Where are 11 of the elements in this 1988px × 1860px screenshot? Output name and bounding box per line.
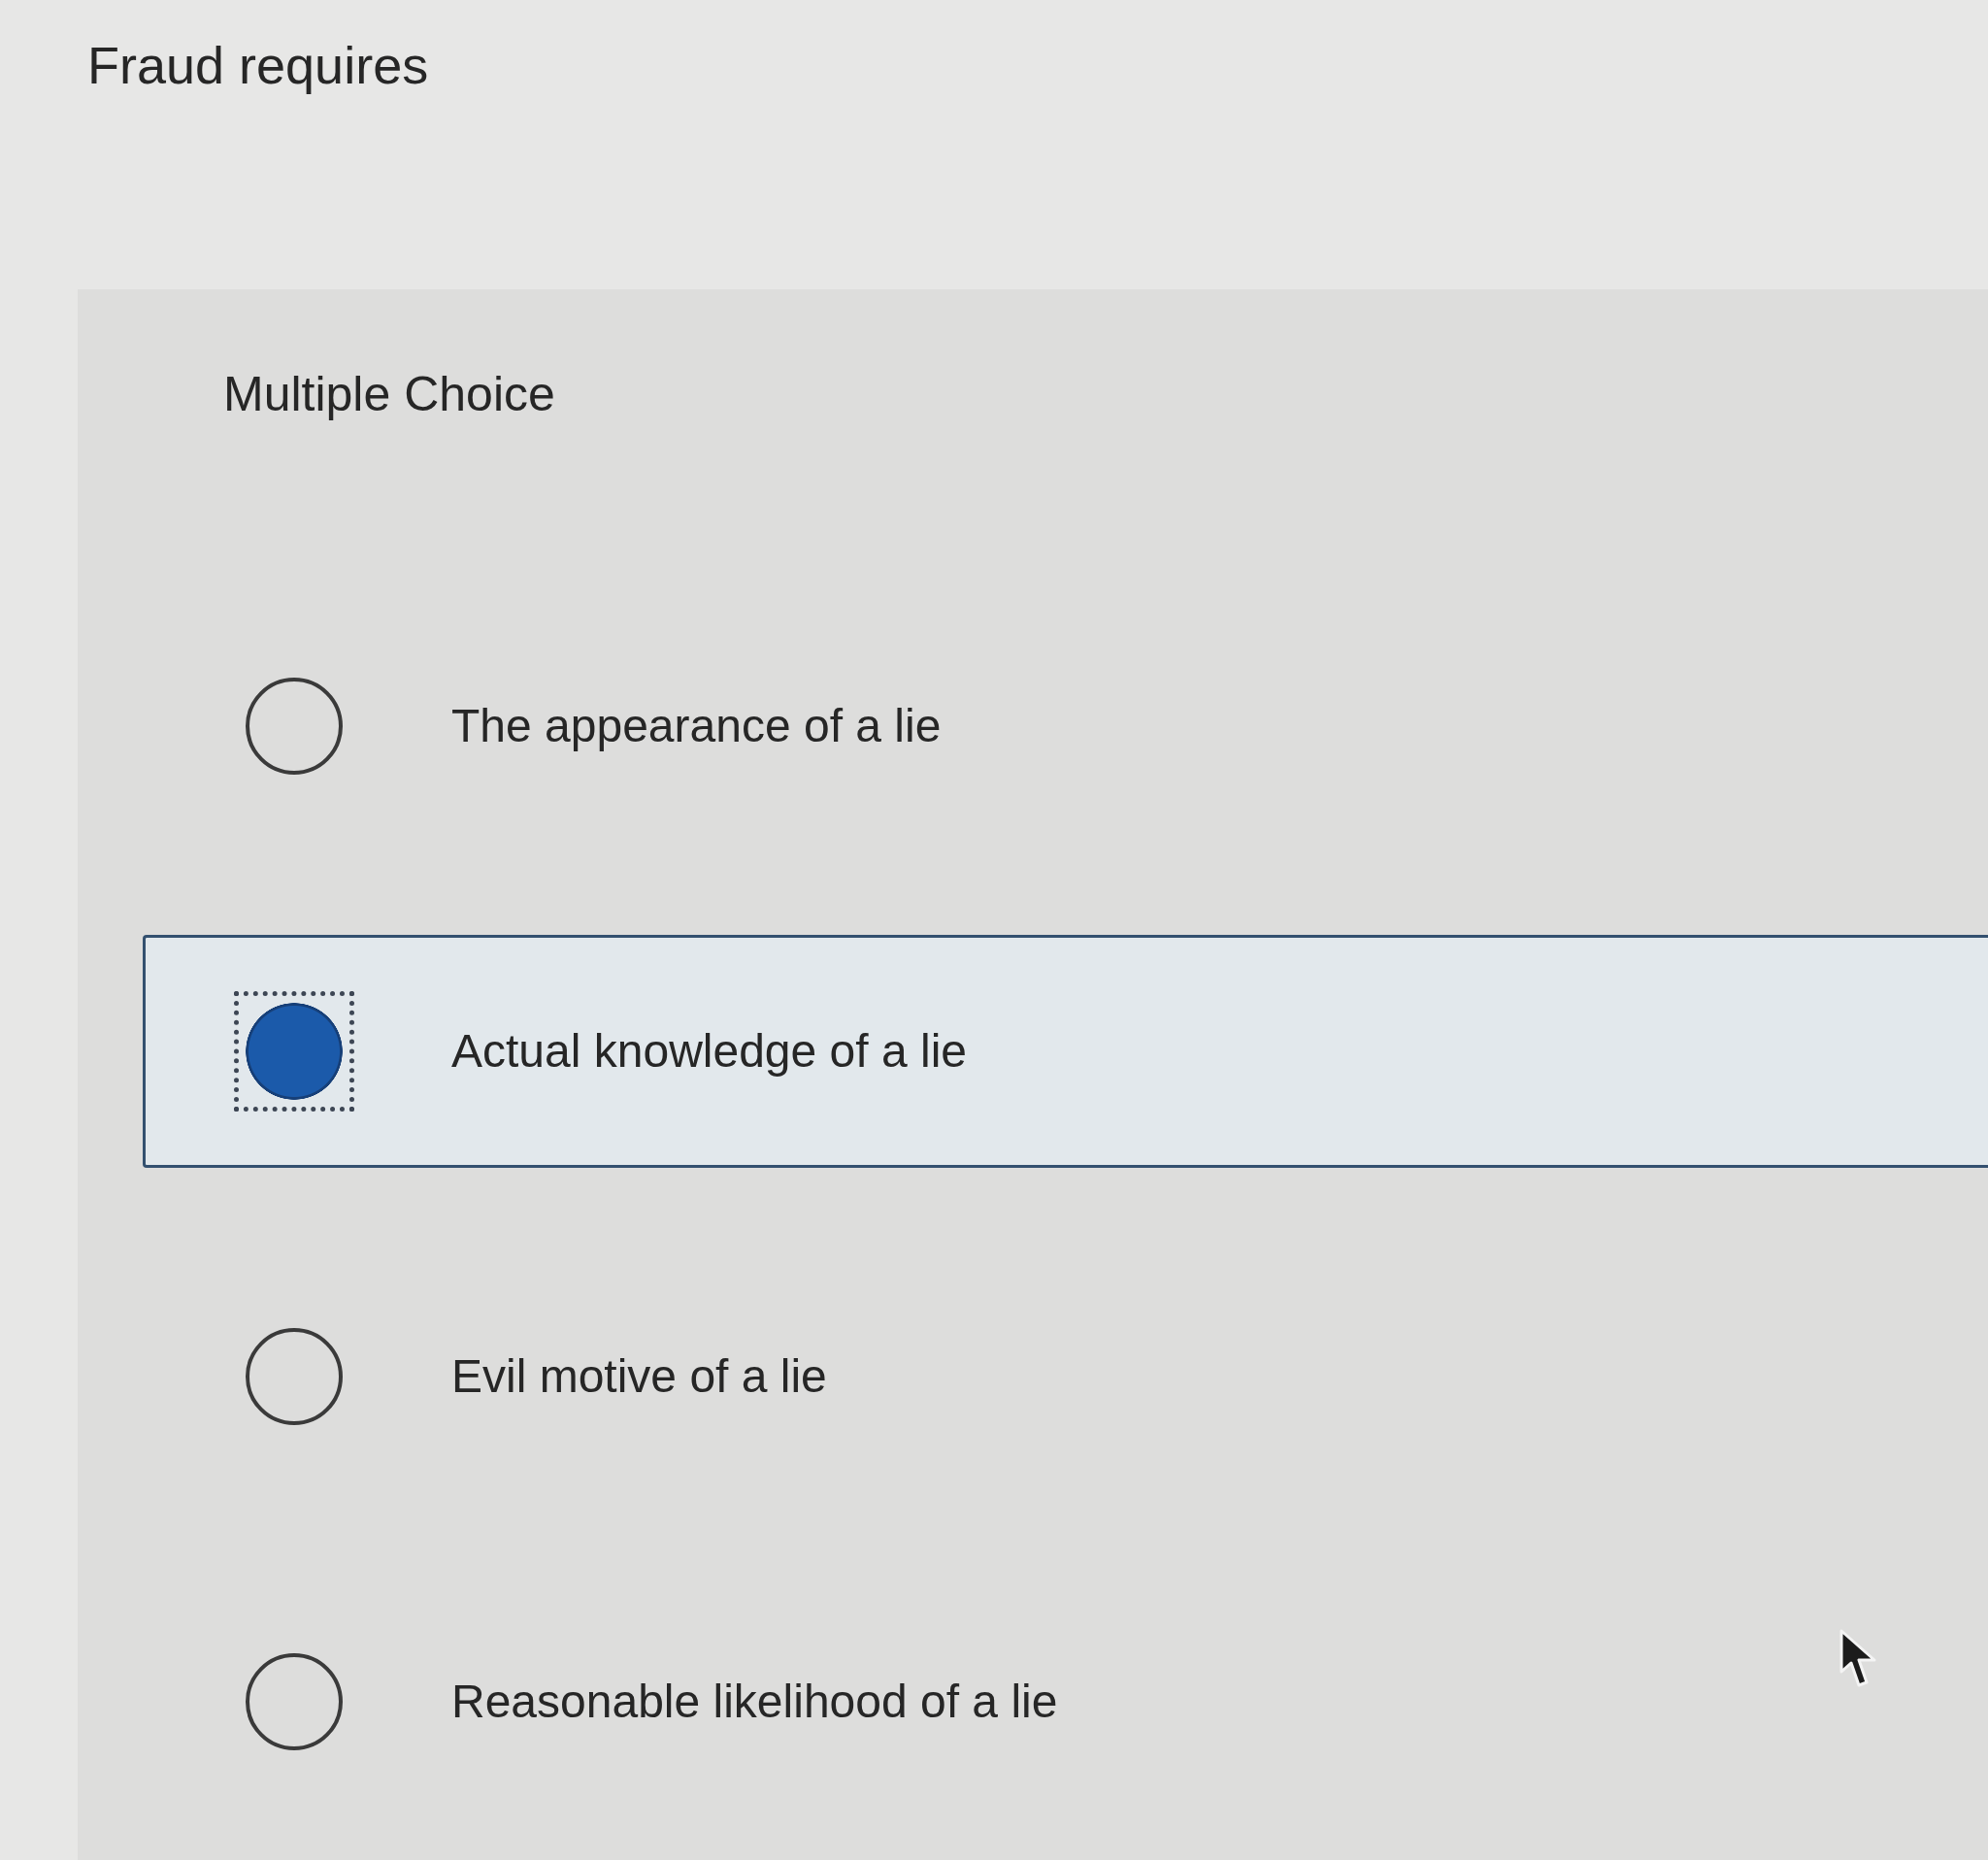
selected-answer-option[interactable]: Actual knowledge of a lie [143, 935, 1988, 1168]
question-type-label: Multiple Choice [223, 366, 555, 423]
answer-label[interactable]: Evil motive of a lie [451, 1347, 827, 1406]
answer-label[interactable]: Actual knowledge of a lie [451, 1022, 967, 1080]
question-text: Fraud requires [87, 35, 429, 96]
radio-button[interactable] [246, 1328, 343, 1425]
answer-label[interactable]: Reasonable likelihood of a lie [451, 1673, 1058, 1731]
radio-button[interactable] [246, 1653, 343, 1750]
radio-button[interactable] [246, 678, 343, 775]
radio-button[interactable] [234, 991, 354, 1112]
answer-label[interactable]: The appearance of a lie [451, 697, 942, 755]
